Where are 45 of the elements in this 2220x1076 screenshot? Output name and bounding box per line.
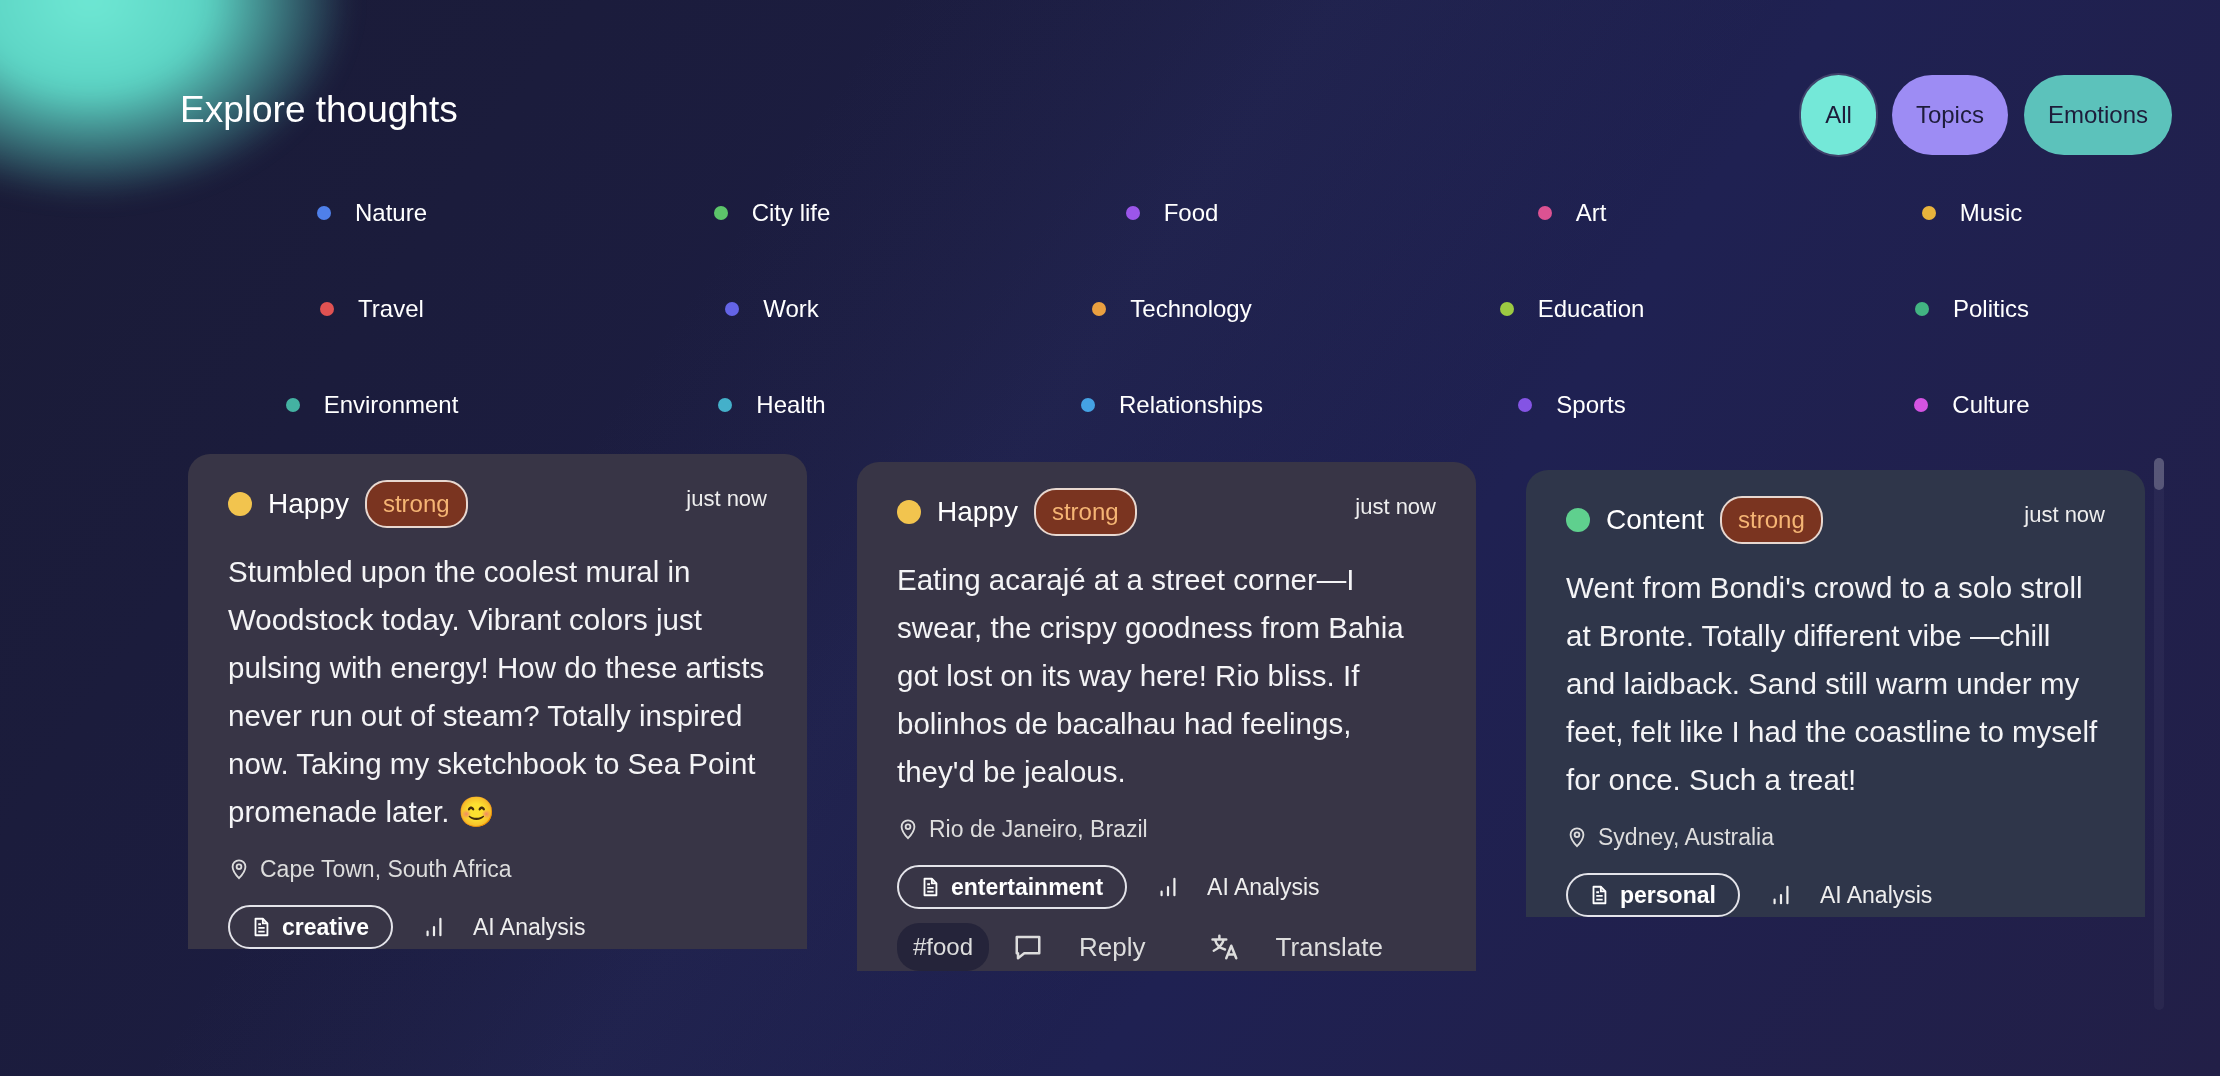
emotion-label: Happy — [937, 495, 1018, 529]
location-label: Rio de Janeiro, Brazil — [929, 815, 1148, 844]
filter-button[interactable]: Topics — [1891, 75, 2008, 155]
filter-button[interactable]: All — [1801, 75, 1876, 155]
topic-label[interactable]: Education — [1537, 291, 1645, 327]
topic-label[interactable]: Technology — [1130, 291, 1252, 327]
ai-analysis-button[interactable]: AI Analysis — [422, 909, 586, 944]
reply-button[interactable]: Reply — [1013, 927, 1146, 967]
topic-label[interactable]: City life — [751, 195, 831, 231]
topic-label[interactable]: Relationships — [1118, 387, 1264, 423]
category-tag[interactable]: creative — [228, 904, 393, 949]
hashtag-chip[interactable]: #food — [897, 923, 990, 971]
thought-text: Stumbled upon the coolest mural in Woodstock today. Vibrant colors just pulsing with energy! How do these artists never run out of steam? Totally inspired now. Taking my sketchbook to Sea Point promenade later. 😊 — [228, 554, 766, 830]
timestamp: just now — [686, 485, 767, 513]
scrollbar-thumb[interactable] — [2154, 458, 2164, 490]
translate-button[interactable]: Translate — [1209, 927, 1383, 967]
topic-label[interactable]: Sports — [1556, 387, 1626, 423]
topic-label[interactable]: Work — [763, 291, 819, 327]
location-label: Cape Town, South Africa — [260, 855, 512, 884]
topic-label[interactable]: Travel — [358, 291, 424, 327]
topic-label[interactable]: Music — [1959, 195, 2023, 231]
ai-analysis-button[interactable]: AI Analysis — [1157, 869, 1320, 904]
intensity-badge: strong — [1720, 496, 1823, 544]
topic-label[interactable]: Food — [1163, 195, 1219, 231]
thought-text: Eating acarajé at a street corner—I swear, the crispy goodness from Bahia got lost on its way here! Rio bliss. If bolinhos de bacalhau had feelings, they'd be jealous. — [897, 562, 1405, 790]
timestamp: just now — [1355, 493, 1436, 521]
topic-label[interactable]: Culture — [1952, 387, 2030, 423]
topic-label[interactable]: Politics — [1953, 291, 2029, 327]
topic-label[interactable]: Environment — [323, 387, 459, 423]
topic-label[interactable]: Art — [1575, 195, 1607, 231]
topic-label[interactable]: Nature — [354, 195, 427, 231]
ai-analysis-button[interactable]: AI Analysis — [1769, 877, 1933, 912]
location-label: Sydney, Australia — [1598, 823, 1774, 852]
translate-icon — [1209, 932, 1240, 962]
emotion-label: Happy — [268, 487, 349, 521]
category-tag[interactable]: entertainment — [897, 864, 1128, 909]
filter-button[interactable]: Emotions — [2023, 75, 2172, 155]
intensity-badge: strong — [1033, 488, 1137, 536]
intensity-badge: strong — [364, 480, 468, 528]
page-title: Explore thoughts — [180, 91, 458, 128]
category-tag[interactable]: personal — [1566, 872, 1740, 917]
thought-text: Went from Bondi's crowd to a solo stroll at Bronte. Totally different vibe —chill and laidback. Sand still warm under my feet, felt like I had the coastline to myself for once. Such a treat! — [1566, 570, 2099, 798]
timestamp: just now — [2024, 501, 2105, 529]
topic-label[interactable]: Health — [756, 387, 826, 423]
emotion-label: Content — [1606, 503, 1705, 537]
